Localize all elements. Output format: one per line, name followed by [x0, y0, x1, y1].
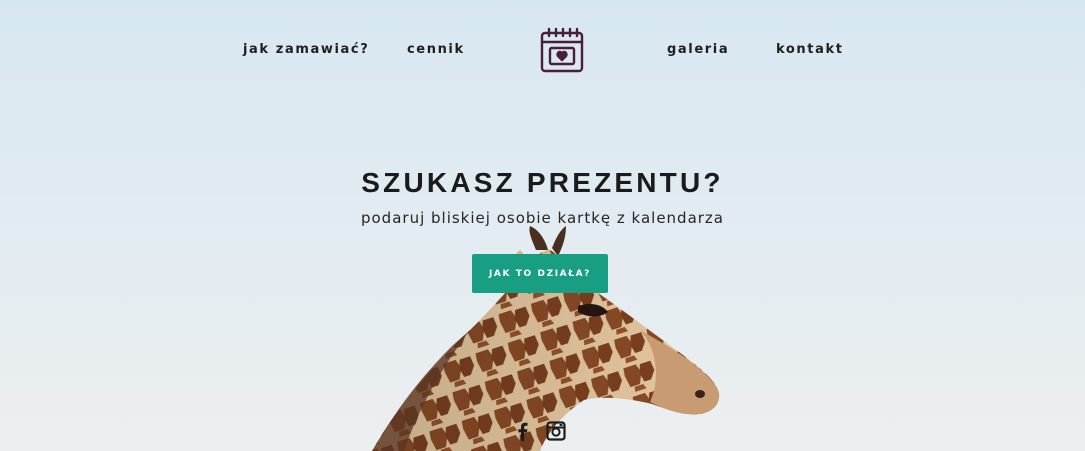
hero-section: jak zamawiać? cennik galeria kontakt SZU…: [0, 0, 1085, 451]
facebook-icon[interactable]: [512, 420, 534, 442]
nav-link-pricing[interactable]: cennik: [407, 42, 465, 57]
nav-link-how-to-order[interactable]: jak zamawiać?: [243, 42, 369, 57]
how-it-works-button[interactable]: JAK TO DZIAŁA?: [472, 254, 608, 293]
nav-link-gallery[interactable]: galeria: [667, 42, 729, 57]
hero-title: SZUKASZ PREZENTU?: [361, 167, 724, 198]
hero-subtitle: podaruj bliskiej osobie kartkę z kalenda…: [360, 209, 725, 227]
calendar-heart-icon[interactable]: [538, 25, 586, 75]
instagram-icon[interactable]: [545, 420, 567, 442]
nav-link-contact[interactable]: kontakt: [776, 42, 844, 57]
